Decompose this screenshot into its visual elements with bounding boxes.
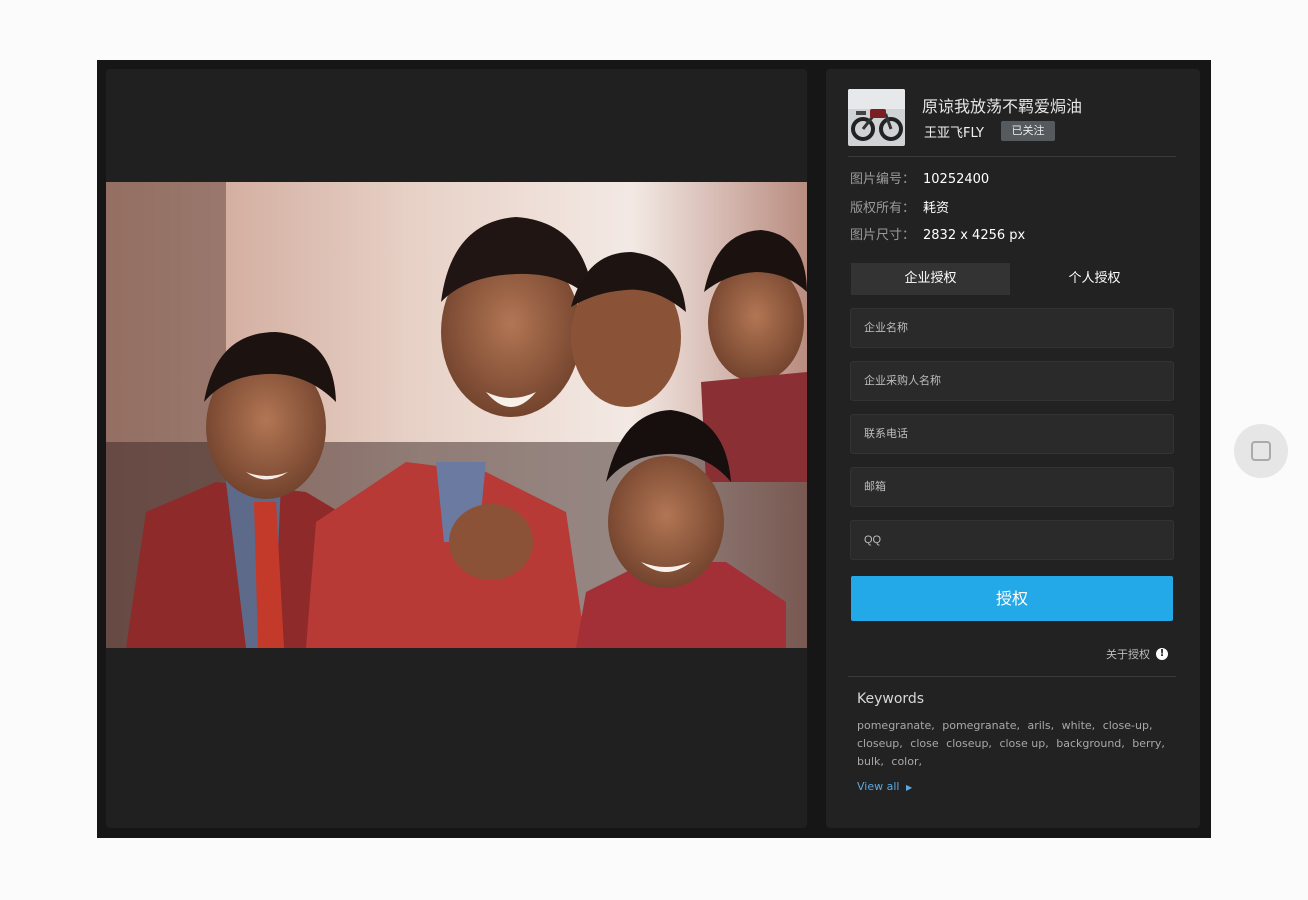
keyword-tag[interactable]: close up,	[999, 737, 1048, 750]
keyword-tag[interactable]: berry,	[1132, 737, 1165, 750]
keyword-tag[interactable]: closeup,	[946, 737, 992, 750]
square-icon	[1251, 441, 1271, 461]
author-avatar[interactable]	[848, 89, 905, 146]
motorcycle-thumbnail-icon	[848, 89, 905, 146]
keyword-tag[interactable]: background,	[1056, 737, 1125, 750]
floating-square-button[interactable]	[1234, 424, 1288, 478]
tab-personal-license[interactable]: 个人授权	[1015, 263, 1174, 295]
email-input[interactable]	[850, 467, 1174, 507]
keyword-tag[interactable]: close-up,	[1103, 719, 1153, 732]
keyword-tag[interactable]: bulk,	[857, 755, 884, 768]
author-header: 原谅我放荡不羁爱焗油 王亚飞FLY 已关注	[848, 89, 1176, 157]
image-size-label: 图片尺寸：	[850, 228, 916, 243]
keyword-tag[interactable]: white,	[1062, 719, 1096, 732]
view-all-label: View all	[857, 780, 900, 793]
about-license-label: 关于授权	[1106, 648, 1150, 661]
image-id-row: 图片编号： 10252400	[850, 168, 989, 187]
keywords-list: pomegranate, pomegranate, arils, white, …	[857, 717, 1169, 771]
view-all-keywords-link[interactable]: View all ▶	[857, 780, 912, 793]
image-id-label: 图片编号：	[850, 172, 916, 187]
copyright-label: 版权所有：	[850, 201, 916, 216]
qq-input[interactable]	[850, 520, 1174, 560]
image-viewer	[106, 69, 807, 828]
authorize-button[interactable]: 授权	[851, 576, 1173, 621]
license-tabs: 企业授权 个人授权	[851, 263, 1175, 295]
photo-illustration	[106, 182, 807, 648]
copyright-value: 耗资	[923, 201, 950, 216]
follow-button[interactable]: 已关注	[1001, 121, 1055, 141]
author-title: 原谅我放荡不羁爱焗油	[922, 97, 1083, 116]
keyword-tag[interactable]: close	[910, 737, 938, 750]
about-license-link[interactable]: 关于授权 !	[1106, 646, 1168, 662]
buyer-name-input[interactable]	[850, 361, 1174, 401]
detail-panel: 原谅我放荡不羁爱焗油 王亚飞FLY 已关注 图片编号： 10252400 版权所有…	[826, 69, 1200, 828]
divider	[848, 676, 1176, 677]
keyword-tag[interactable]: color,	[891, 755, 922, 768]
keyword-tag[interactable]: pomegranate,	[942, 719, 1020, 732]
keyword-tag[interactable]: pomegranate,	[857, 719, 935, 732]
keyword-tag[interactable]: arils,	[1027, 719, 1054, 732]
phone-input[interactable]	[850, 414, 1174, 454]
image-size-value: 2832 x 4256 px	[923, 228, 1026, 243]
keyword-tag[interactable]: closeup,	[857, 737, 903, 750]
caret-right-icon: ▶	[905, 783, 913, 792]
image-id-value: 10252400	[923, 172, 990, 187]
info-icon: !	[1156, 648, 1168, 660]
image-detail-modal: 原谅我放荡不羁爱焗油 王亚飞FLY 已关注 图片编号： 10252400 版权所有…	[97, 60, 1211, 838]
tab-enterprise-license[interactable]: 企业授权	[851, 263, 1010, 295]
main-photo[interactable]	[106, 182, 807, 648]
keywords-title: Keywords	[857, 691, 925, 707]
company-name-input[interactable]	[850, 308, 1174, 348]
copyright-row: 版权所有： 耗资	[850, 197, 949, 216]
image-size-row: 图片尺寸： 2832 x 4256 px	[850, 224, 1025, 243]
author-name[interactable]: 王亚飞FLY	[924, 122, 984, 141]
